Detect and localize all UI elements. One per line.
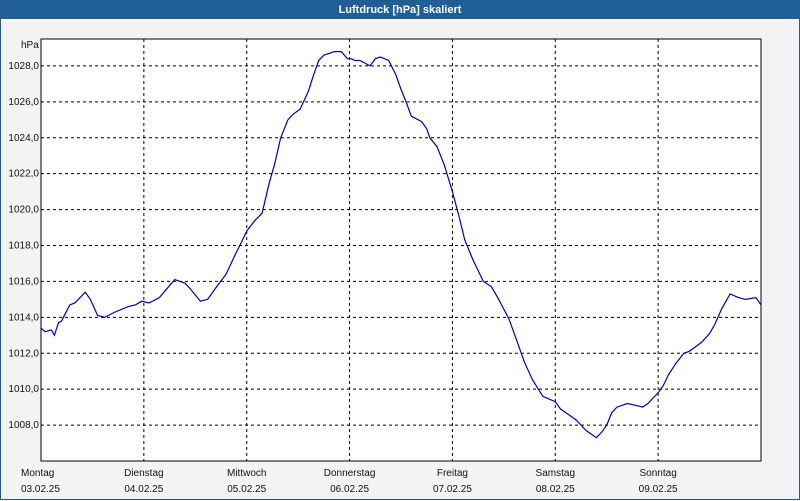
x-tick-date: 07.02.25 [433, 484, 472, 495]
x-tick-date: 03.02.25 [21, 484, 60, 495]
y-tick-label: 1028,0 [8, 61, 39, 72]
y-tick-label: 1020,0 [8, 205, 39, 216]
x-tick-day: Sonntag [640, 468, 677, 479]
chart-svg: 1008,0 1010,0 1012,0 1014,0 1016,0 1018,0 1020… [8, 38, 762, 495]
x-tick-date: 06.02.25 [330, 484, 369, 495]
x-tick-day: Donnerstag [324, 468, 376, 479]
x-tick-day: Mittwoch [227, 468, 266, 479]
x-tick-day: Freitag [437, 468, 468, 479]
x-tick-date: 08.02.25 [536, 484, 575, 495]
x-tick-day: Samstag [536, 468, 575, 479]
y-tick-label: 1024,0 [8, 133, 39, 144]
y-tick-label: 1012,0 [8, 348, 39, 359]
y-tick-label: 1014,0 [8, 312, 39, 323]
y-tick-label: 1026,0 [8, 97, 39, 108]
x-tick-date: 09.02.25 [639, 484, 678, 495]
y-axis-unit: hPa [21, 40, 39, 51]
y-tick-label: 1016,0 [8, 276, 39, 287]
x-tick-day: Montag [21, 468, 54, 479]
y-tick-label: 1022,0 [8, 169, 39, 180]
y-tick-label: 1010,0 [8, 384, 39, 395]
chart-window: Luftdruck [hPa] skaliert 1008,0 1010,0 101… [0, 0, 800, 500]
y-tick-label: 1018,0 [8, 241, 39, 252]
x-tick-day: Dienstag [124, 468, 163, 479]
x-tick-date: 05.02.25 [227, 484, 266, 495]
x-tick-date: 04.02.25 [124, 484, 163, 495]
y-tick-label: 1008,0 [8, 420, 39, 431]
